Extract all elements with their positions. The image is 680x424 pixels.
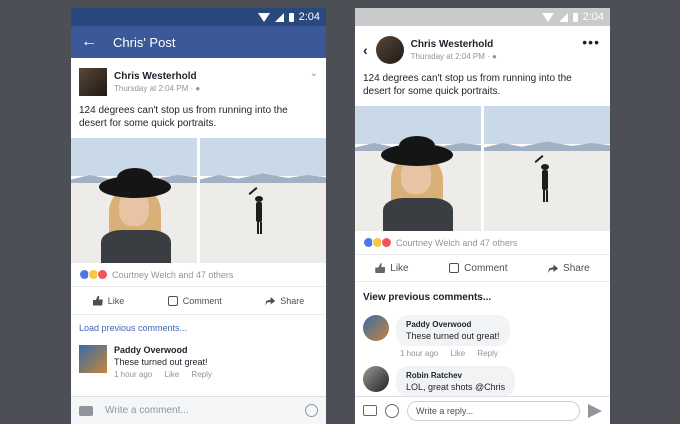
signal-icon <box>274 12 284 22</box>
comment-meta: 1 hour ago Like Reply <box>114 370 222 379</box>
comment-reply-link[interactable]: Reply <box>477 349 497 358</box>
reaction-summary[interactable]: Courtney Welch and 47 others <box>355 231 610 254</box>
author-name[interactable]: Chris Westerhold <box>114 71 200 82</box>
photo-portrait[interactable] <box>355 106 481 231</box>
comment-button[interactable]: Comment <box>449 263 508 274</box>
post-timestamp: Thursday at 2:04 PM · ● <box>410 52 497 61</box>
post-caption: 124 degrees can't stop us from running i… <box>79 105 288 129</box>
comment-input[interactable]: Write a comment... <box>105 405 189 416</box>
comment-reply-link[interactable]: Reply <box>191 370 211 379</box>
comment-item: Paddy Overwood These turned out great! 1… <box>355 311 610 362</box>
comment-meta: 1 hour ago Like Reply <box>396 349 510 358</box>
reply-input[interactable]: Write a reply... <box>407 400 580 421</box>
post-photos <box>355 106 610 231</box>
commenter-name[interactable]: Paddy Overwood <box>114 345 222 355</box>
emoji-icon[interactable] <box>385 403 399 418</box>
share-icon <box>548 264 559 273</box>
commenter-avatar[interactable] <box>363 366 389 392</box>
comment-text: LOL, great shots @Chris <box>406 382 506 392</box>
more-options-icon[interactable]: ••• <box>582 34 600 50</box>
like-button[interactable]: Like <box>92 295 124 306</box>
camera-icon[interactable] <box>79 405 93 416</box>
battery-icon <box>572 12 578 22</box>
commenter-avatar[interactable] <box>363 315 389 341</box>
app-bar-title: Chris' Post <box>113 34 176 50</box>
post-header: ‹ Chris Westerhold Thursday at 2:04 PM ·… <box>355 26 610 64</box>
comment-bubble: Paddy Overwood These turned out great! <box>396 315 510 346</box>
commenter-avatar[interactable] <box>79 345 107 373</box>
camera-icon[interactable] <box>363 405 377 416</box>
chevron-down-icon[interactable]: ⌄ <box>310 68 318 79</box>
post-timestamp: Thursday at 2:04 PM · ● <box>114 84 201 93</box>
reaction-count-text: Courtney Welch and 47 others <box>396 237 518 248</box>
view-previous-comments-link[interactable]: View previous comments... <box>355 282 610 311</box>
thumbs-up-icon <box>92 295 103 306</box>
wifi-icon <box>541 12 554 22</box>
emoji-icon[interactable] <box>305 404 318 417</box>
commenter-name[interactable]: Robin Ratchev <box>406 371 505 380</box>
post-caption: 124 degrees can't stop us from running i… <box>363 73 572 97</box>
author-name[interactable]: Chris Westerhold <box>411 39 497 50</box>
thumbs-up-icon <box>375 263 386 273</box>
comment-composer: Write a comment... <box>71 396 326 424</box>
commenter-name[interactable]: Paddy Overwood <box>406 320 500 329</box>
status-time: 2:04 <box>582 11 604 23</box>
comment-icon <box>167 295 178 306</box>
reaction-count-text: Courtney Welch and 47 others <box>112 269 234 280</box>
globe-icon: ● <box>195 84 201 93</box>
share-icon <box>265 297 276 306</box>
love-reaction-icon <box>381 237 392 248</box>
share-button[interactable]: Share <box>265 296 304 306</box>
love-reaction-icon <box>97 269 108 280</box>
comment-button[interactable]: Comment <box>167 295 222 306</box>
post-photos <box>71 138 326 263</box>
share-button[interactable]: Share <box>548 263 590 274</box>
right-phone: 2:04 ‹ Chris Westerhold Thursday at 2:04… <box>355 8 610 424</box>
photo-distant[interactable] <box>484 106 610 231</box>
back-arrow-icon[interactable]: ← <box>81 33 97 51</box>
wifi-icon <box>257 12 270 22</box>
comment-item: Paddy Overwood These turned out great! 1… <box>71 341 326 383</box>
status-bar: 2:04 <box>355 8 610 26</box>
battery-icon <box>288 12 294 22</box>
comment-like-link[interactable]: Like <box>165 370 180 379</box>
signal-icon <box>558 12 568 22</box>
back-chevron-icon[interactable]: ‹ <box>363 42 368 58</box>
post-actions: Like Comment Share <box>71 286 326 314</box>
post-header: Chris Westerhold Thursday at 2:04 PM · ●… <box>71 58 326 96</box>
status-bar: 2:04 <box>71 8 326 26</box>
comment-bubble: Robin Ratchev LOL, great shots @Chris <box>396 366 516 397</box>
comment-time: 1 hour ago <box>114 370 153 379</box>
app-bar: ← Chris' Post <box>71 26 326 58</box>
comment-like-link[interactable]: Like <box>451 349 466 358</box>
globe-icon: ● <box>492 52 497 61</box>
reply-composer: Write a reply... <box>355 396 610 424</box>
send-icon[interactable] <box>588 403 602 418</box>
reaction-summary[interactable]: Courtney Welch and 47 others <box>71 263 326 286</box>
post-actions: Like Comment Share <box>355 254 610 282</box>
photo-portrait[interactable] <box>71 138 197 263</box>
status-time: 2:04 <box>298 11 320 23</box>
comment-icon <box>449 263 460 273</box>
load-previous-comments-link[interactable]: Load previous comments... <box>71 314 326 341</box>
comment-text: These turned out great! <box>114 357 208 367</box>
author-avatar[interactable] <box>79 68 107 96</box>
like-button[interactable]: Like <box>375 263 409 274</box>
comment-text: These turned out great! <box>406 331 500 341</box>
left-phone: 2:04 ← Chris' Post Chris Westerhold Thur… <box>71 8 326 424</box>
comment-time: 1 hour ago <box>400 349 439 358</box>
photo-distant[interactable] <box>200 138 326 263</box>
author-avatar[interactable] <box>375 36 404 64</box>
